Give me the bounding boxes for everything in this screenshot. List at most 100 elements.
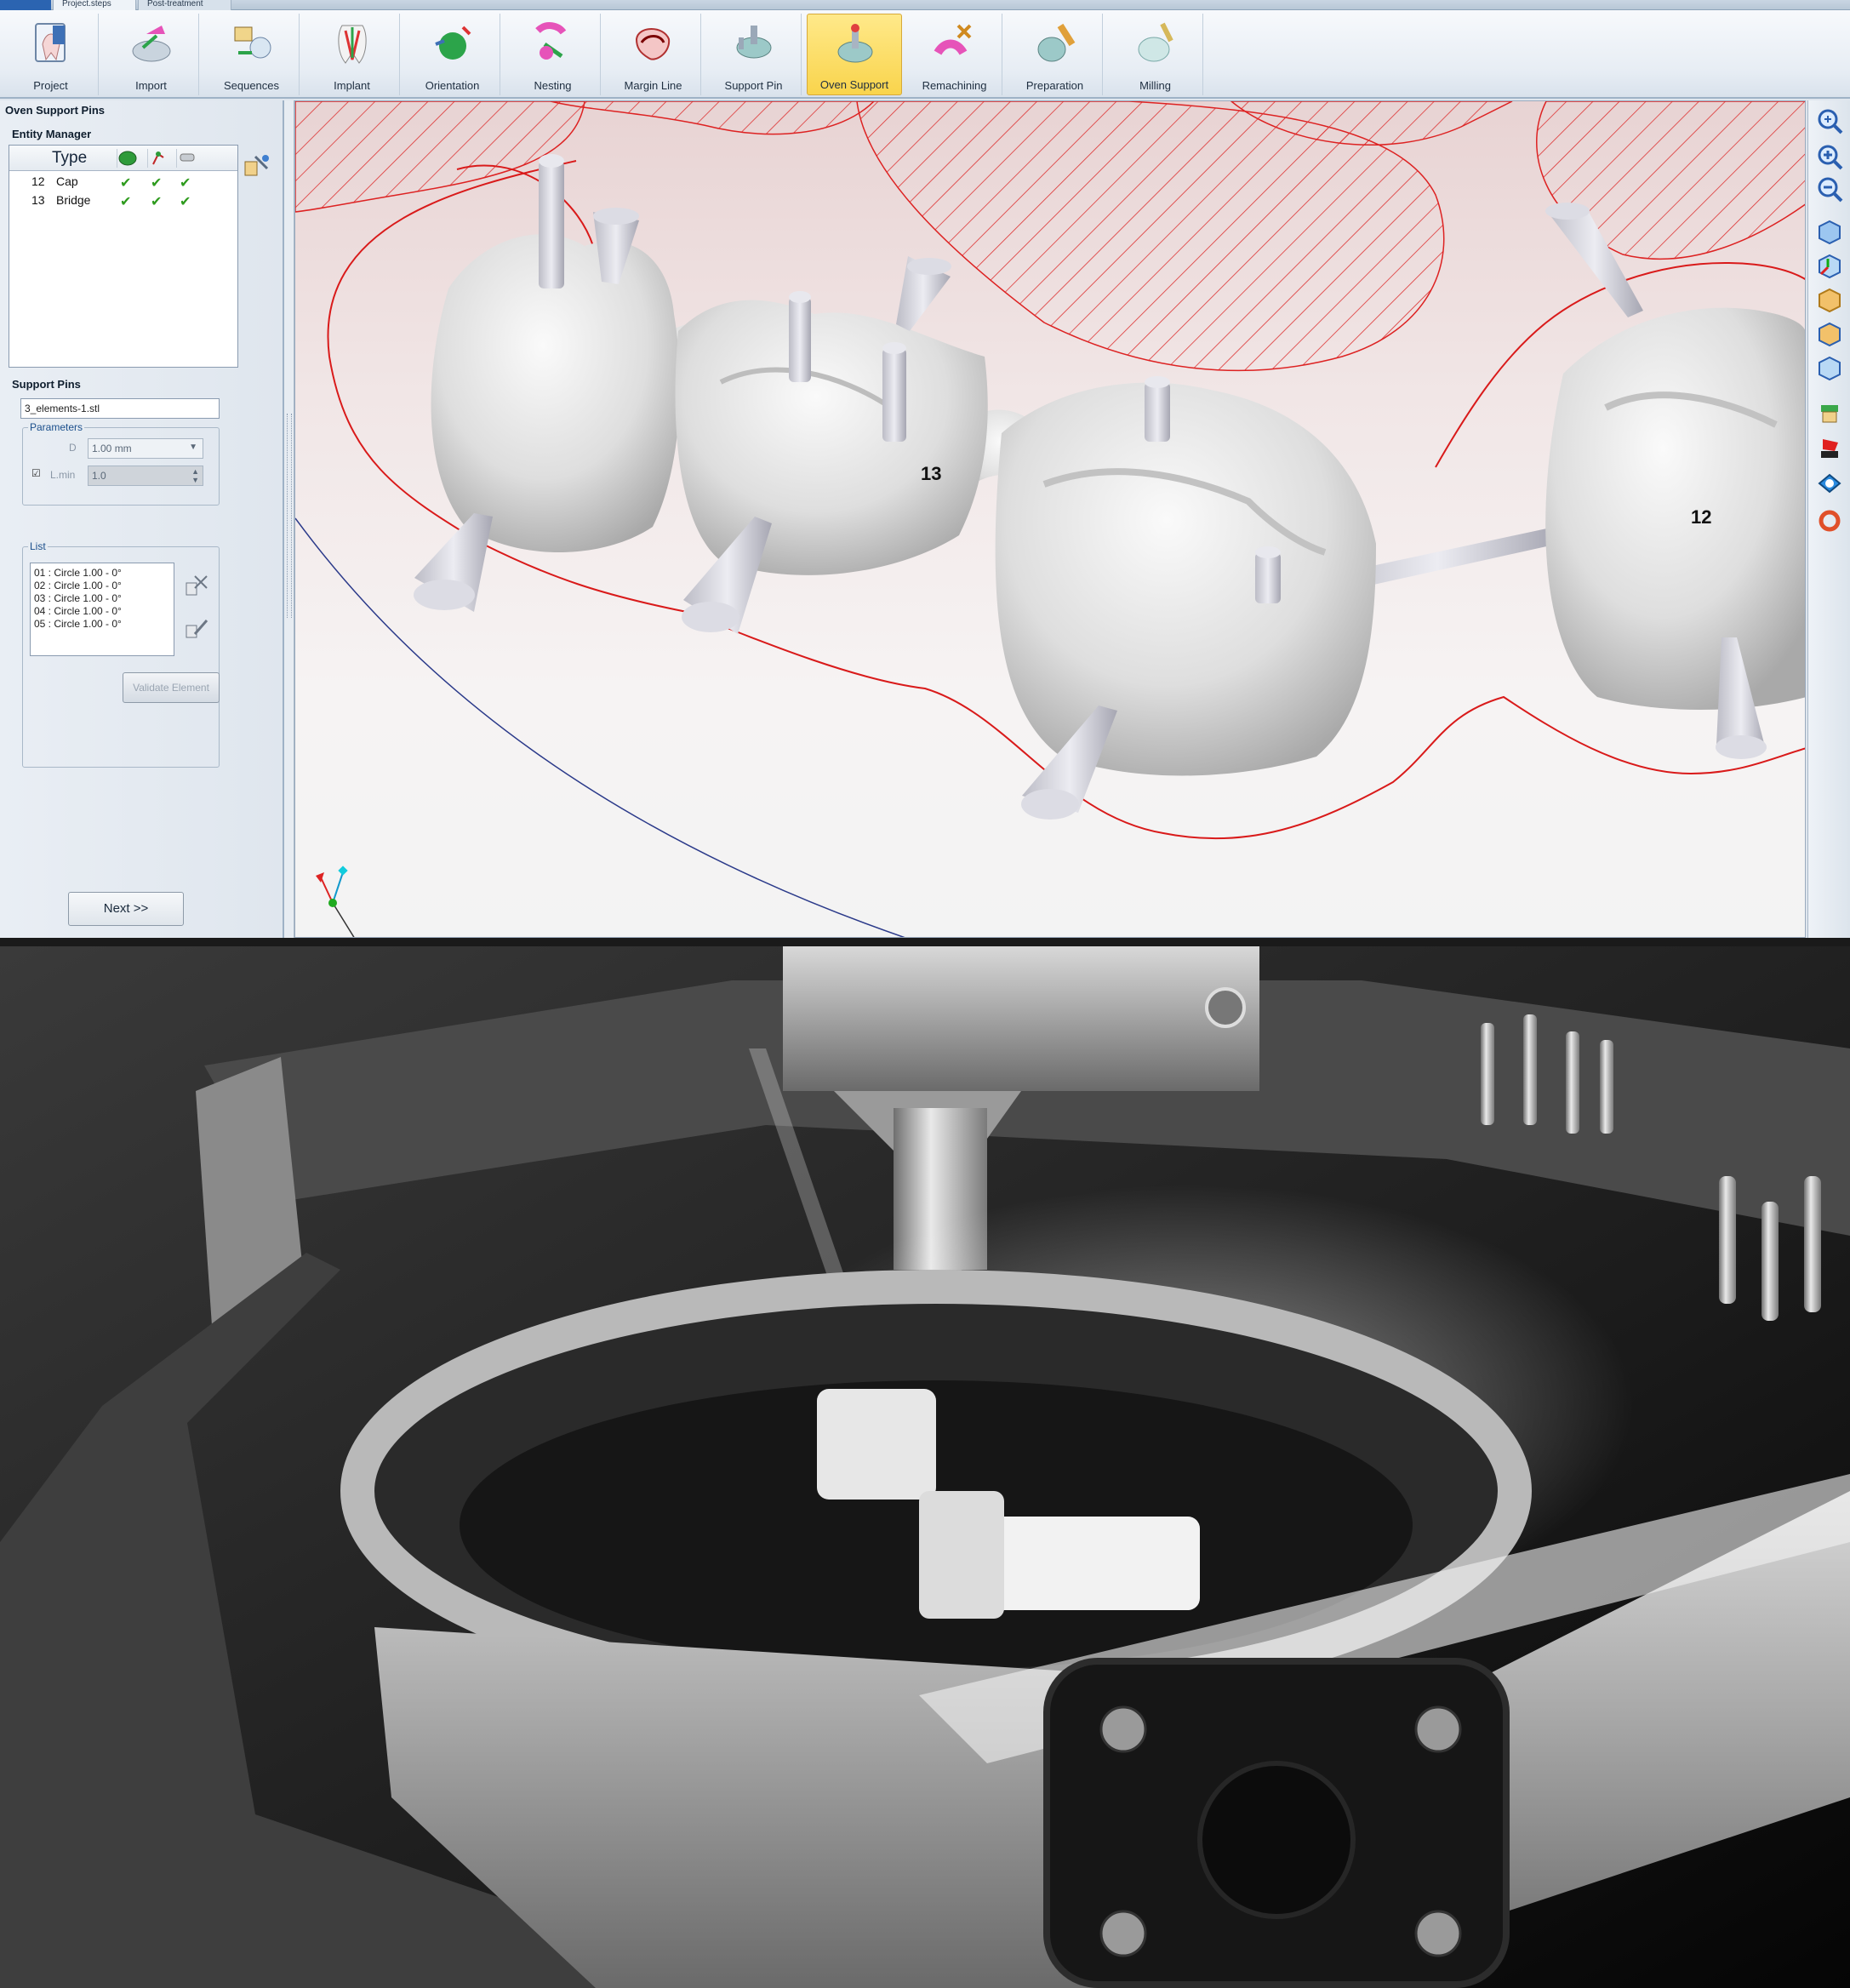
ribbon-button-implant[interactable]: Implant [305,14,400,95]
ceramic-blank [979,1517,1200,1610]
list-group: List 01 : Circle 1.00 - 0° 02 : Circle 1.… [22,540,220,768]
cam-application-window: Project.steps Post-treatment Project Impo… [0,0,1850,938]
list-item[interactable]: 02 : Circle 1.00 - 0° [34,580,122,591]
scene-render [295,101,1805,937]
oven-support-visibility-icon[interactable] [176,149,197,168]
tooth-crown [995,382,1376,776]
shape-icon[interactable] [1816,470,1843,497]
ribbon-button-label: Project [33,79,68,92]
project-icon [27,19,75,66]
lmin-stepper[interactable]: 1.0 ▲ ▼ [88,466,203,486]
tab-post-treatment[interactable]: Post-treatment [138,0,231,10]
support-pins-title: Support Pins [12,378,81,391]
ribbon-button-label: Nesting [534,79,572,92]
application-menu-button[interactable] [0,0,51,10]
axis-triad-icon [316,865,355,937]
list-item[interactable]: 01 : Circle 1.00 - 0° [34,567,122,579]
ribbon-button-import[interactable]: Import [104,14,199,95]
flag-icon[interactable] [1816,434,1843,461]
support-pin-list[interactable]: 01 : Circle 1.00 - 0° 02 : Circle 1.00 - … [30,563,174,656]
milling-machine-photo [0,946,1850,1988]
tooth-number-13: 13 [921,463,942,484]
implant-icon [328,19,376,66]
view-iso-icon[interactable] [1816,218,1843,245]
zoom-window-icon[interactable] [1816,107,1843,134]
ribbon-toolbar: Project Import Sequences Implant Orientation… [0,10,1850,99]
check-icon[interactable]: ✔ [180,174,191,191]
ribbon-button-label: Oven Support [819,78,889,91]
parameters-legend: Parameters [28,421,85,433]
check-icon[interactable]: ✔ [120,174,131,191]
hatched-area [550,101,876,135]
list-item[interactable]: 03 : Circle 1.00 - 0° [34,592,122,604]
view-front-icon[interactable] [1816,286,1843,313]
ribbon-button-margin-line[interactable]: Margin Line [606,14,701,95]
ribbon-button-oven-support[interactable]: Oven Support [807,14,902,95]
tab-project-steps[interactable]: Project.steps [53,0,136,10]
view-toolbar [1807,100,1850,938]
list-legend: List [28,540,48,552]
validate-element-button[interactable]: Validate Element [123,672,220,703]
ribbon-button-orientation[interactable]: Orientation [405,14,500,95]
list-item[interactable]: 05 : Circle 1.00 - 0° [34,618,122,630]
check-icon[interactable]: ✔ [151,174,162,191]
check-icon[interactable]: ✔ [120,193,131,210]
view-top-icon[interactable] [1816,354,1843,381]
zoom-in-icon[interactable] [1816,143,1843,170]
ribbon-button-sequences[interactable]: Sequences [204,14,300,95]
ribbon-button-label: Orientation [425,79,480,92]
disc-edge [295,517,905,937]
entity-table-header: Type [9,146,237,171]
add-pin-icon[interactable] [181,612,212,643]
lmin-value: 1.0 [92,470,106,482]
ribbon-button-milling[interactable]: Milling [1108,14,1203,95]
sequences-icon [228,19,276,66]
next-button[interactable]: Next >> [68,892,184,926]
panel-splitter[interactable] [284,100,294,938]
clip-icon[interactable] [1816,398,1843,426]
entity-manager-title: Entity Manager [12,128,92,140]
view-axes-icon[interactable] [1816,252,1843,279]
panel-title: Oven Support Pins [5,104,106,117]
ribbon-button-project[interactable]: Project [3,14,99,95]
lmin-label: L.min [50,469,76,481]
left-panel: Oven Support Pins Entity Manager Type 12… [0,100,284,938]
ribbon-button-label: Margin Line [624,79,682,92]
ribbon-button-preparation[interactable]: Preparation [1008,14,1103,95]
entity-id: 12 [31,174,45,188]
check-icon[interactable]: ✔ [180,193,191,210]
ribbon-button-nesting[interactable]: Nesting [505,14,601,95]
list-item[interactable]: 04 : Circle 1.00 - 0° [34,605,122,617]
ceramic-blank [817,1389,936,1500]
oven-support-icon [831,20,879,67]
lmin-checkbox[interactable]: ☑ [31,467,41,479]
entity-row[interactable]: 12 Cap ✔ ✔ ✔ [9,173,237,191]
zoom-out-icon[interactable] [1816,175,1843,203]
entity-type: Cap [56,174,78,188]
spindle-head [783,946,1259,1091]
model-visibility-icon[interactable] [117,149,137,168]
ribbon-button-remachining[interactable]: Remachining [907,14,1002,95]
ceramic-blank [919,1491,1004,1619]
support-pin-visibility-icon[interactable] [147,149,168,168]
model-file-field[interactable]: 3_elements-1.stl [20,398,220,419]
view-side-icon[interactable] [1816,320,1843,347]
3d-viewport[interactable]: 13 12 [294,100,1806,938]
check-icon[interactable]: ✔ [151,193,162,210]
ribbon-button-label: Sequences [223,79,280,92]
parameters-group: Parameters D 1.00 mm ▼ ☑ L.min 1.0 ▲ ▼ [22,421,220,506]
tooth-number-12: 12 [1691,506,1712,528]
column-header-type[interactable]: Type [52,149,87,168]
diameter-value: 1.00 mm [92,443,132,454]
entity-tool-icon[interactable] [242,153,271,179]
tooth-crown [1545,307,1805,710]
entity-row[interactable]: 13 Bridge ✔ ✔ ✔ [9,191,237,210]
margin-line-icon [630,19,677,66]
diameter-select[interactable]: 1.00 mm ▼ [88,438,203,459]
remove-pin-icon[interactable] [181,569,212,600]
ribbon-button-support-pin[interactable]: Support Pin [706,14,802,95]
splitter-grip[interactable] [287,414,292,618]
preparation-icon [1031,19,1079,66]
ring-icon[interactable] [1816,507,1843,534]
stepper-arrows-icon[interactable]: ▲ ▼ [191,467,199,484]
